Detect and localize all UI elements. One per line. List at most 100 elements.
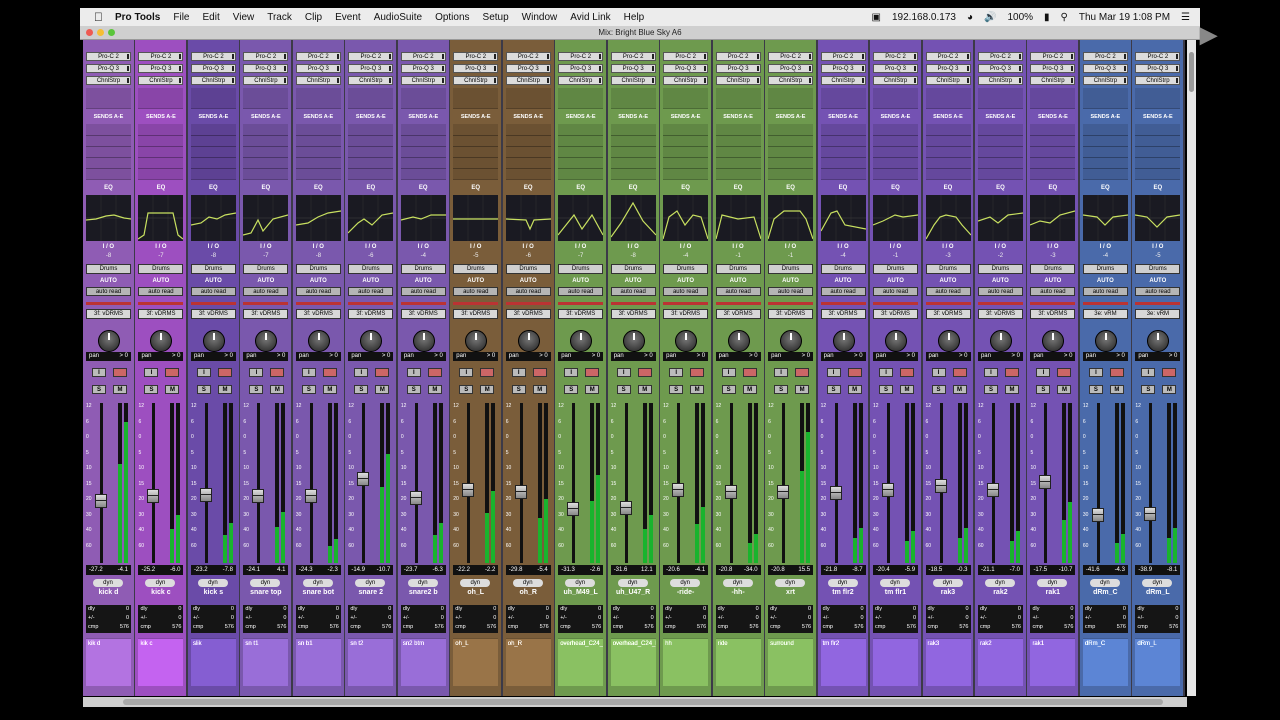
- pan-knob[interactable]: [255, 330, 278, 352]
- output-selector[interactable]: Drums: [820, 264, 866, 274]
- insert-slot[interactable]: Pro-C 2: [715, 52, 761, 61]
- peak-value[interactable]: -8.7: [852, 565, 862, 575]
- automation-mode[interactable]: auto read: [977, 287, 1023, 296]
- comments-field[interactable]: kik d: [86, 638, 131, 686]
- send-slot[interactable]: [295, 168, 341, 180]
- output-selector[interactable]: Drums: [348, 264, 394, 274]
- insert-empty-slot[interactable]: [295, 88, 341, 109]
- send-slot[interactable]: [977, 168, 1023, 180]
- insert-slot[interactable]: Pro-C 2: [663, 52, 709, 61]
- pan-knob[interactable]: [1042, 330, 1065, 352]
- insert-slot[interactable]: ChnlStrp: [348, 76, 394, 85]
- comments-field[interactable]: [873, 638, 919, 686]
- peak-value[interactable]: -7.0: [1010, 565, 1020, 575]
- eq-curve-display[interactable]: [1082, 195, 1128, 241]
- insert-empty-slot[interactable]: [86, 88, 131, 109]
- insert-empty-slot[interactable]: [138, 88, 184, 109]
- insert-slot[interactable]: Pro-C 2: [453, 52, 499, 61]
- record-enable-button[interactable]: [375, 368, 390, 377]
- output-plugin-selector[interactable]: 3f: vDRMS: [558, 309, 604, 319]
- insert-slot[interactable]: Pro-Q 3: [715, 64, 761, 73]
- automation-mode[interactable]: auto read: [1030, 287, 1076, 296]
- pan-knob[interactable]: [570, 330, 593, 352]
- record-enable-button[interactable]: [952, 368, 967, 377]
- input-monitor-button[interactable]: I: [406, 368, 421, 377]
- pan-knob[interactable]: [307, 330, 330, 352]
- insert-empty-slot[interactable]: [768, 88, 814, 109]
- menu-setup[interactable]: Setup: [483, 12, 509, 23]
- pan-knob[interactable]: [885, 330, 908, 352]
- solo-button[interactable]: S: [354, 385, 369, 394]
- peak-value[interactable]: 4.1: [277, 565, 285, 575]
- volume-value[interactable]: -20.8: [771, 565, 785, 575]
- insert-slot[interactable]: Pro-Q 3: [977, 64, 1023, 73]
- record-enable-button[interactable]: [1057, 368, 1072, 377]
- track-name[interactable]: snare top: [240, 589, 291, 596]
- dyn-button[interactable]: dyn: [984, 579, 1015, 587]
- output-plugin-selector[interactable]: 3f: vDRMS: [715, 309, 761, 319]
- eq-curve-display[interactable]: [243, 195, 289, 241]
- output-plugin-selector[interactable]: 3f: vDRMS: [295, 309, 341, 319]
- comments-field[interactable]: sn t1: [243, 638, 289, 686]
- track-name[interactable]: kick d: [83, 589, 134, 596]
- insert-slot[interactable]: Pro-Q 3: [925, 64, 971, 73]
- pm-value[interactable]: 0: [861, 614, 864, 623]
- dyn-button[interactable]: dyn: [1142, 579, 1173, 587]
- mute-button[interactable]: M: [532, 385, 547, 394]
- insert-slot[interactable]: Pro-Q 3: [505, 64, 551, 73]
- insert-slot[interactable]: Pro-C 2: [1135, 52, 1181, 61]
- insert-empty-slot[interactable]: [610, 88, 656, 109]
- output-plugin-selector[interactable]: 3f: vDRMS: [243, 309, 289, 319]
- pm-value[interactable]: 0: [126, 614, 129, 623]
- solo-button[interactable]: S: [1036, 385, 1051, 394]
- insert-slot[interactable]: ChnlStrp: [86, 76, 131, 85]
- insert-empty-slot[interactable]: [1082, 88, 1128, 109]
- pm-value[interactable]: 0: [178, 614, 181, 623]
- mute-button[interactable]: M: [1057, 385, 1072, 394]
- insert-empty-slot[interactable]: [925, 88, 971, 109]
- eq-curve-display[interactable]: [872, 195, 919, 241]
- insert-slot[interactable]: Pro-Q 3: [400, 64, 446, 73]
- output-selector[interactable]: Drums: [977, 264, 1023, 274]
- mute-button[interactable]: M: [270, 385, 285, 394]
- volume-value[interactable]: -20.6: [666, 565, 680, 575]
- volume-value[interactable]: -24.1: [246, 565, 260, 575]
- insert-slot[interactable]: ChnlStrp: [610, 76, 656, 85]
- volume-fader[interactable]: [409, 491, 422, 505]
- insert-empty-slot[interactable]: [977, 88, 1023, 109]
- pan-knob[interactable]: [202, 330, 225, 352]
- eq-curve-display[interactable]: [557, 195, 604, 241]
- comments-field[interactable]: ride: [715, 638, 761, 686]
- insert-slot[interactable]: ChnlStrp: [138, 76, 184, 85]
- output-plugin-selector[interactable]: 3f: vDRMS: [505, 309, 551, 319]
- track-name[interactable]: kick c: [135, 589, 186, 596]
- volume-fader[interactable]: [514, 485, 527, 499]
- pm-value[interactable]: 0: [913, 614, 916, 623]
- solo-button[interactable]: S: [983, 385, 998, 394]
- comments-field[interactable]: rak1: [1030, 638, 1076, 686]
- dyn-button[interactable]: dyn: [93, 579, 123, 587]
- input-monitor-button[interactable]: I: [983, 368, 998, 377]
- volume-fader[interactable]: [1091, 508, 1104, 522]
- output-plugin-selector[interactable]: 3f: vDRMS: [873, 309, 919, 319]
- send-slot[interactable]: [400, 168, 446, 180]
- output-plugin-selector[interactable]: 3f: vDRMS: [610, 309, 656, 319]
- insert-slot[interactable]: Pro-C 2: [348, 52, 394, 61]
- track-name[interactable]: kick s: [188, 589, 239, 596]
- automation-mode[interactable]: auto read: [715, 287, 761, 296]
- volume-fader[interactable]: [199, 488, 212, 502]
- automation-mode[interactable]: auto read: [610, 287, 656, 296]
- comments-field[interactable]: rak3: [925, 638, 971, 686]
- volume-value[interactable]: -20.4: [876, 565, 890, 575]
- track-name[interactable]: uh_U47_R: [608, 589, 659, 596]
- input-monitor-button[interactable]: I: [774, 368, 789, 377]
- insert-slot[interactable]: Pro-Q 3: [348, 64, 394, 73]
- volume-icon[interactable]: 🔊: [984, 12, 996, 23]
- send-slot[interactable]: [820, 168, 866, 180]
- output-plugin-selector[interactable]: 3f: vDRMS: [1030, 309, 1076, 319]
- send-slot[interactable]: [138, 168, 184, 180]
- record-enable-button[interactable]: [113, 368, 127, 377]
- output-plugin-selector[interactable]: 3e: vRM: [1135, 309, 1181, 319]
- output-selector[interactable]: Drums: [1135, 264, 1181, 274]
- record-enable-button[interactable]: [270, 368, 285, 377]
